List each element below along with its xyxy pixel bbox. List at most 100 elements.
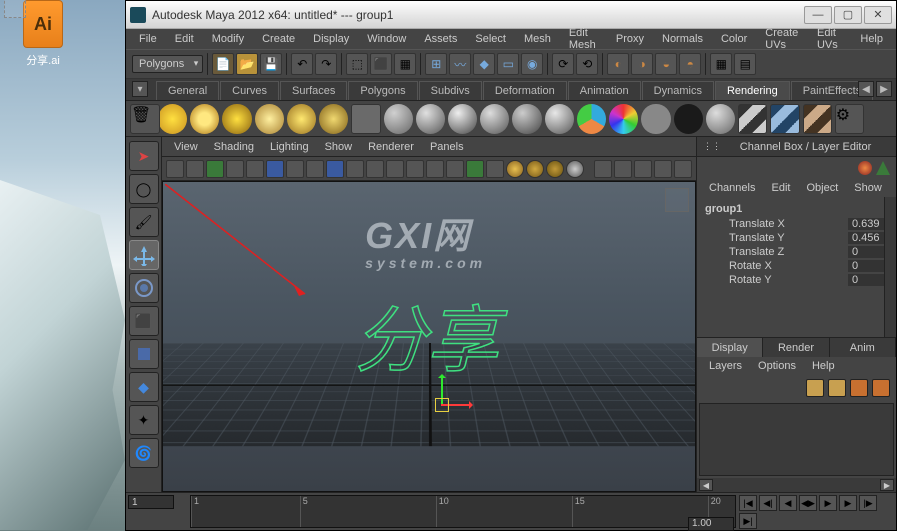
desktop-file-icon[interactable]: Ai 分享.ai <box>10 0 76 68</box>
render-view-icon[interactable]: ◓ <box>679 53 701 75</box>
gizmo-center[interactable] <box>435 398 449 412</box>
move-manipulator[interactable] <box>413 374 473 434</box>
menu-set-dropdown[interactable]: Polygons <box>132 55 203 73</box>
camera-lock-icon[interactable] <box>186 160 204 178</box>
viewport-menu-lighting[interactable]: Lighting <box>262 139 317 155</box>
chan-menu-show[interactable]: Show <box>846 180 890 196</box>
save-scene-icon[interactable]: 💾 <box>260 53 282 75</box>
ambient-light-icon[interactable] <box>287 104 316 134</box>
smooth-shade-icon[interactable] <box>446 160 464 178</box>
select-by-component-icon[interactable]: ▦ <box>394 53 416 75</box>
bookmark-icon[interactable] <box>206 160 224 178</box>
show-manip-tool[interactable]: ✦ <box>129 405 159 435</box>
shelf-tab-deformation[interactable]: Deformation <box>483 81 567 100</box>
volume-light-icon[interactable] <box>319 104 348 134</box>
grid-toggle-icon[interactable] <box>286 160 304 178</box>
open-scene-icon[interactable]: 📂 <box>236 53 258 75</box>
new-empty-layer-icon[interactable] <box>850 379 868 397</box>
channel-scrollbar[interactable] <box>884 197 896 337</box>
phong-e-icon[interactable] <box>480 104 509 134</box>
menu-normals[interactable]: Normals <box>653 31 712 47</box>
area-light-icon[interactable] <box>255 104 284 134</box>
move-layer-down-icon[interactable] <box>828 379 846 397</box>
layer-list[interactable] <box>699 403 894 476</box>
shelf-tab-subdivs[interactable]: Subdivs <box>419 81 482 100</box>
rotate-tool[interactable] <box>129 273 159 303</box>
attr-rotate-y[interactable]: Rotate Y0 <box>701 273 892 287</box>
history-icon[interactable]: ⟳ <box>552 53 574 75</box>
manip-speed-icon[interactable] <box>858 161 872 175</box>
layer-menu-layers[interactable]: Layers <box>701 358 750 374</box>
isolate-select-icon[interactable] <box>594 160 612 178</box>
manip-ballot-icon[interactable] <box>876 161 890 175</box>
menu-create[interactable]: Create <box>253 31 304 47</box>
lasso-tool[interactable]: ◯ <box>129 174 159 204</box>
snap-grid-icon[interactable]: ⊞ <box>425 53 447 75</box>
anisotropic-icon[interactable] <box>512 104 541 134</box>
shelf-tab-curves[interactable]: Curves <box>220 81 279 100</box>
ssao-icon[interactable] <box>546 160 564 178</box>
select-tool[interactable]: ➤ <box>129 141 159 171</box>
time-ruler[interactable]: 1 5 10 15 20 <box>190 495 736 528</box>
grease-pencil-icon[interactable] <box>266 160 284 178</box>
new-layer-selected-icon[interactable] <box>872 379 890 397</box>
field-chart-icon[interactable] <box>366 160 384 178</box>
maximize-button[interactable]: ▢ <box>834 6 862 24</box>
camera-select-icon[interactable] <box>166 160 184 178</box>
shelf-tab-animation[interactable]: Animation <box>568 81 641 100</box>
step-back-icon[interactable]: ◀ <box>779 495 797 511</box>
menu-mesh[interactable]: Mesh <box>515 31 560 47</box>
playback-start-input[interactable] <box>128 495 174 509</box>
history-off-icon[interactable]: ⟲ <box>576 53 598 75</box>
layer-menu-help[interactable]: Help <box>804 358 843 374</box>
xray-joints-icon[interactable] <box>634 160 652 178</box>
last-tool[interactable]: 🌀 <box>129 438 159 468</box>
viewport-menu-panels[interactable]: Panels <box>422 139 472 155</box>
view-cube-icon[interactable] <box>665 188 689 212</box>
menu-select[interactable]: Select <box>466 31 515 47</box>
menu-edit[interactable]: Edit <box>166 31 203 47</box>
attr-translate-x[interactable]: Translate X0.639 <box>701 217 892 231</box>
paint-select-tool[interactable]: 🖌 <box>129 207 159 237</box>
panel-layout-icon[interactable]: ▤ <box>734 53 756 75</box>
menu-editmesh[interactable]: Edit Mesh <box>560 25 607 53</box>
exposure-icon[interactable] <box>654 160 672 178</box>
snap-live-icon[interactable]: ◉ <box>521 53 543 75</box>
render-frame-icon[interactable]: ◐ <box>607 53 629 75</box>
render-globals-icon[interactable]: ⚙ <box>835 104 864 134</box>
play-back-icon[interactable]: ◀▶ <box>799 495 817 511</box>
shelf-tab-polygons[interactable]: Polygons <box>348 81 417 100</box>
safe-title-icon[interactable] <box>406 160 424 178</box>
layer-menu-options[interactable]: Options <box>750 358 804 374</box>
step-forward-icon[interactable]: ▶ <box>839 495 857 511</box>
chan-menu-channels[interactable]: Channels <box>701 180 763 196</box>
scale-tool[interactable]: ⬛ <box>129 306 159 336</box>
menu-color[interactable]: Color <box>712 31 756 47</box>
current-frame-input[interactable] <box>688 517 734 531</box>
new-scene-icon[interactable]: 📄 <box>212 53 234 75</box>
ipr-clapper-icon[interactable] <box>770 104 799 134</box>
undo-icon[interactable]: ↶ <box>291 53 313 75</box>
texture-plane-icon[interactable] <box>351 104 380 134</box>
menu-help[interactable]: Help <box>851 31 892 47</box>
layer-tab-render[interactable]: Render <box>763 338 829 357</box>
xray-icon[interactable] <box>614 160 632 178</box>
film-gate-icon[interactable] <box>306 160 324 178</box>
scroll-right-icon[interactable]: ▶ <box>880 479 894 491</box>
snap-curve-icon[interactable]: 〰 <box>449 53 471 75</box>
step-forward-key-icon[interactable]: |▶ <box>859 495 877 511</box>
layer-tab-anim[interactable]: Anim <box>830 338 896 357</box>
layout-icon[interactable]: ▦ <box>710 53 732 75</box>
2d-pan-icon[interactable] <box>246 160 264 178</box>
minimize-button[interactable]: — <box>804 6 832 24</box>
attr-translate-y[interactable]: Translate Y0.456 <box>701 231 892 245</box>
surface-shader-icon[interactable] <box>609 104 638 134</box>
safe-action-icon[interactable] <box>386 160 404 178</box>
image-plane-icon[interactable] <box>226 160 244 178</box>
ramp-shader-icon[interactable] <box>545 104 574 134</box>
menu-edituvs[interactable]: Edit UVs <box>808 25 851 53</box>
hq-render-icon[interactable] <box>526 160 544 178</box>
snap-point-icon[interactable]: ◆ <box>473 53 495 75</box>
menu-display[interactable]: Display <box>304 31 358 47</box>
phong-icon[interactable] <box>448 104 477 134</box>
